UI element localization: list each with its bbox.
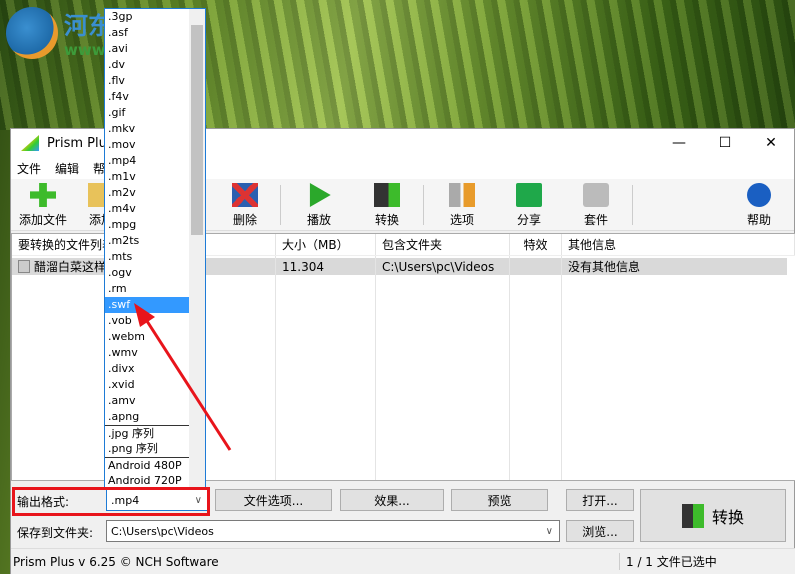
annotation-arrow <box>134 303 232 451</box>
